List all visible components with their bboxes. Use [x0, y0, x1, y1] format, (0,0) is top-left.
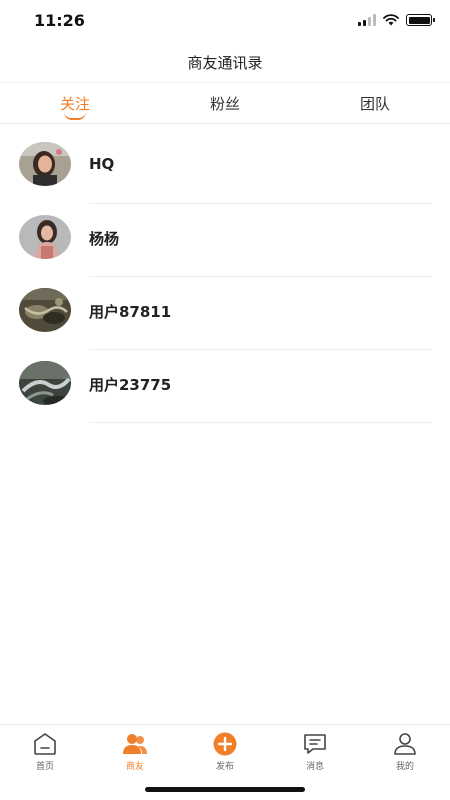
contact-item[interactable]: 杨杨 [0, 204, 450, 277]
battery-icon [406, 14, 435, 26]
avatar [19, 361, 71, 405]
title-bar: 商友通讯录 [0, 44, 450, 82]
nav-home[interactable]: 首页 [0, 725, 90, 772]
divider [89, 422, 432, 423]
message-icon [304, 734, 326, 754]
nav-label: 消息 [305, 762, 324, 772]
nav-messages[interactable]: 消息 [270, 725, 360, 772]
bottom-nav: 首页 商友 发布 消息 我的 [0, 724, 450, 772]
nav-publish[interactable]: 发布 [180, 725, 270, 772]
nav-friends[interactable]: 商友 [90, 725, 180, 772]
status-bar: 11:26 [0, 0, 450, 44]
avatar [19, 142, 71, 186]
page-title: 商友通讯录 [187, 54, 263, 72]
tab-label: 粉丝 [209, 95, 240, 113]
wifi-icon [383, 14, 399, 26]
tab-fans[interactable]: 粉丝 [150, 83, 300, 123]
contact-item[interactable]: 用户87811 [0, 277, 450, 350]
nav-label: 商友 [125, 762, 144, 772]
user-icon [394, 733, 416, 755]
friends-icon [123, 734, 147, 754]
tab-team[interactable]: 团队 [300, 83, 450, 123]
tab-label: 关注 [59, 95, 90, 113]
tab-indicator [64, 112, 86, 120]
contact-item[interactable]: HQ [0, 131, 450, 204]
contact-item[interactable]: 用户23775 [0, 350, 450, 423]
contact-name: 杨杨 [89, 230, 120, 248]
avatar [19, 288, 71, 332]
nav-label: 我的 [395, 762, 414, 772]
status-icons [358, 14, 435, 26]
contact-name: 用户87811 [89, 303, 172, 321]
nav-label: 发布 [215, 762, 234, 772]
tab-bar: 关注 粉丝 团队 [0, 82, 450, 124]
tab-label: 团队 [359, 95, 390, 113]
tab-following[interactable]: 关注 [0, 83, 150, 123]
avatar [19, 215, 71, 259]
plus-circle-icon [213, 732, 237, 756]
signal-icon [358, 14, 376, 26]
contact-name: HQ [89, 155, 115, 173]
nav-profile[interactable]: 我的 [360, 725, 450, 772]
status-time: 11:26 [34, 11, 85, 30]
contact-name: 用户23775 [89, 376, 172, 394]
contact-list: HQ 杨杨 用户87811 用户23775 [0, 131, 450, 423]
nav-label: 首页 [35, 762, 54, 772]
home-icon [34, 733, 56, 755]
home-indicator [145, 787, 305, 792]
